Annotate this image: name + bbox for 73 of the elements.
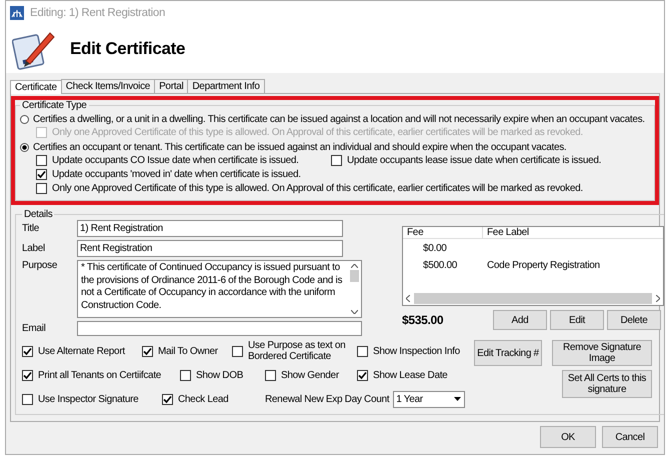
- renewal-dropdown[interactable]: 1 Year: [393, 390, 466, 408]
- remove-signature-button[interactable]: Remove Signature Image: [552, 340, 652, 366]
- checkbox-label: Only one Approved Certificate of this type is allowed. On Approval of this certificate, earlier certificates will be marked as revoked.: [52, 183, 583, 194]
- checkbox[interactable]: [22, 370, 33, 380]
- field-label: Email: [22, 323, 47, 334]
- checkbox[interactable]: [265, 370, 276, 380]
- field-label: Label: [22, 243, 46, 254]
- horizontal-scrollbar[interactable]: [403, 292, 663, 305]
- window-title: Editing: 1) Rent Registration: [30, 7, 166, 20]
- fee-button[interactable]: Edit: [550, 310, 604, 330]
- caret-icon: [454, 397, 462, 401]
- scroll-left-icon[interactable]: [406, 295, 410, 302]
- app-icon: [10, 6, 24, 20]
- group-title: Certificate Type: [21, 100, 88, 111]
- checkbox-label: Show Inspection Info: [373, 346, 460, 356]
- radio-label: Certifies a dwelling, or a unit in a dwelling. This certificate can be issued against a location and will not necessarily expire when an occupant vacates.: [33, 114, 645, 125]
- checkbox-label: Only one Approved Certificate of this type is allowed. On Approval of this certificate, earlier certificates will be marked as revoked.: [52, 127, 583, 138]
- radio-button[interactable]: [20, 143, 29, 152]
- scroll-down-icon[interactable]: [351, 310, 358, 314]
- vertical-scrollbar[interactable]: [348, 261, 361, 317]
- dialog-button[interactable]: Cancel: [602, 426, 658, 448]
- checkbox-label: Use Purpose as text on Bordered Certificate: [248, 340, 346, 362]
- checkbox-label: Show Gender: [281, 370, 339, 380]
- checkbox-label: Print all Tenants on Certiifcate: [38, 370, 162, 380]
- scroll-up-icon[interactable]: [351, 264, 358, 268]
- dialog-title: Edit Certificate: [70, 39, 186, 60]
- checkbox-label: Use Alternate Report: [38, 346, 125, 356]
- checkbox-label: Show DOB: [196, 370, 244, 380]
- group-title: Details: [23, 209, 54, 220]
- checkbox-label: Check Lead: [178, 394, 228, 404]
- tab[interactable]: Department Info: [187, 79, 265, 93]
- checkbox-label: Update occupants CO Issue date when certificate is issued.: [52, 155, 299, 166]
- checkbox[interactable]: [142, 346, 153, 356]
- fee-button[interactable]: Delete: [607, 310, 661, 330]
- checkbox[interactable]: [36, 169, 47, 180]
- tab[interactable]: Certificate: [10, 80, 62, 94]
- column-header[interactable]: Fee: [403, 227, 483, 238]
- email-field[interactable]: [77, 321, 362, 336]
- checkbox[interactable]: [36, 155, 47, 166]
- text-field[interactable]: Rent Registration: [77, 240, 343, 257]
- set-all-certs-button[interactable]: Set All Certs to this signature: [562, 370, 652, 398]
- text-field[interactable]: 1) Rent Registration: [77, 220, 343, 237]
- fee-button[interactable]: Add: [493, 310, 547, 330]
- checkbox-label: Use Inspector Signature: [38, 394, 138, 404]
- checkbox-label: Update occupants 'moved in' date when certificate is issued.: [52, 169, 301, 180]
- purpose-text-area[interactable]: [77, 260, 362, 318]
- checkbox[interactable]: [22, 394, 33, 404]
- checkbox[interactable]: [180, 370, 191, 380]
- field-label: Purpose: [22, 260, 58, 271]
- checkbox[interactable]: [22, 346, 33, 356]
- dialog-button[interactable]: OK: [540, 426, 596, 448]
- checkbox[interactable]: [232, 346, 243, 356]
- radio-button[interactable]: [20, 115, 29, 124]
- edit-tracking-button[interactable]: Edit Tracking #: [474, 340, 542, 366]
- checkbox[interactable]: [331, 155, 342, 166]
- checkbox[interactable]: [357, 370, 368, 380]
- field-label: Title: [22, 223, 40, 234]
- checkbox-label: Update occupants lease issue date when certificate is issued.: [347, 155, 602, 166]
- checkbox[interactable]: [162, 394, 173, 404]
- column-header[interactable]: Fee Label: [483, 227, 529, 238]
- fee-total: $535.00: [402, 313, 444, 327]
- fee-cell-text: $500.00: [422, 260, 458, 271]
- fee-cell-text: $0.00: [422, 243, 448, 254]
- radio-label: Certifies an occupant or tenant. This certificate can be issued against an individual and should expire when the occupant vacates.: [33, 142, 566, 153]
- scroll-thumb[interactable]: [350, 270, 359, 282]
- checkbox-label: Mail To Owner: [158, 346, 218, 356]
- checkbox-label: Show Lease Date: [373, 370, 448, 380]
- checkbox[interactable]: [357, 346, 368, 356]
- scroll-right-icon[interactable]: [656, 295, 660, 302]
- fee-label-cell-text: Code Property Registration: [486, 260, 600, 271]
- checkbox[interactable]: [36, 183, 47, 194]
- renewal-label: Renewal New Exp Day Count: [265, 394, 390, 404]
- purpose-text: * This certificate of Continued Occupancy is issued pursuant to the provisions of Ordinance 2011-6 of the Borough Code and is not a Certificate of Occupancy in accordance with the uniform Construction Code.: [80, 261, 344, 312]
